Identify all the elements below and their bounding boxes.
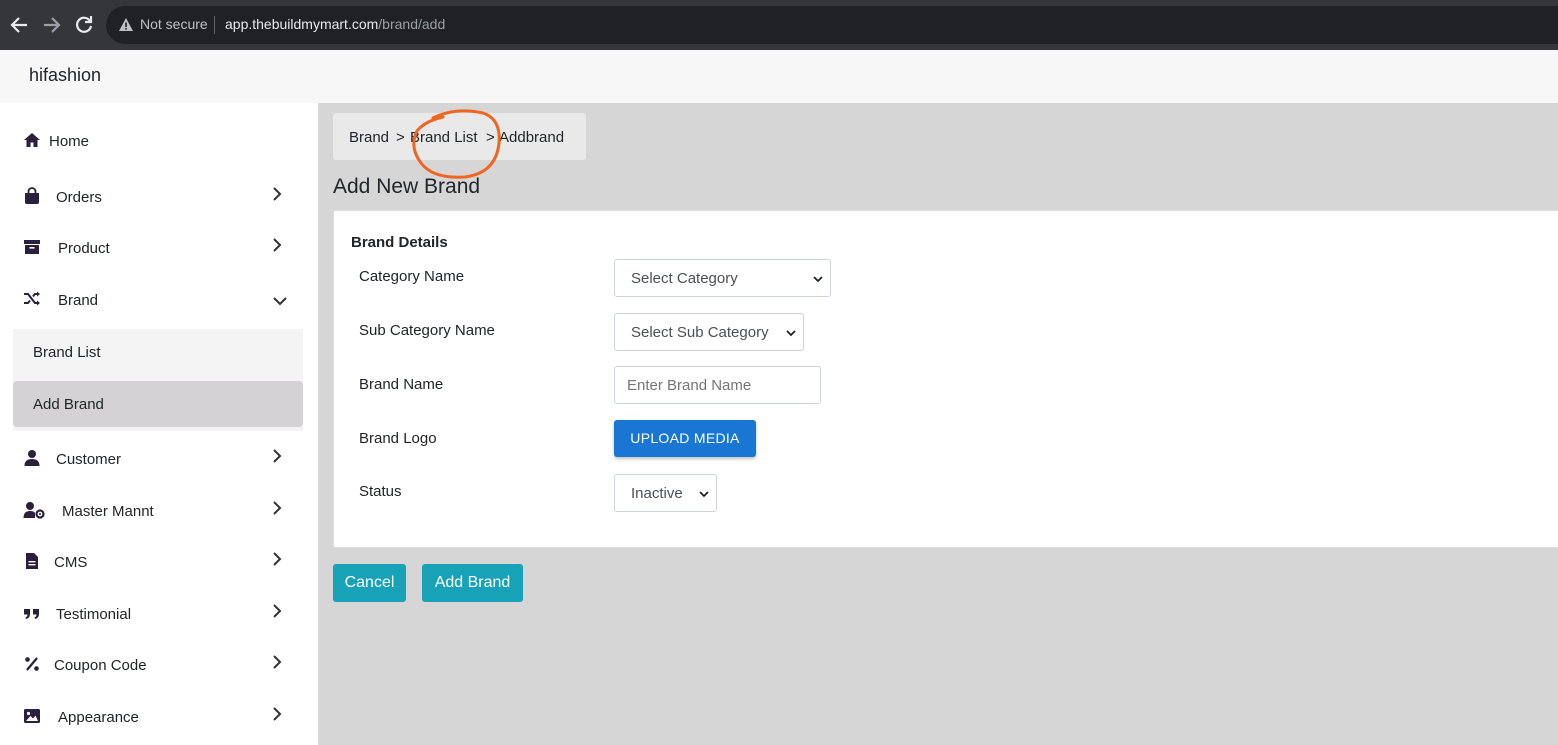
chevron-right-icon	[273, 655, 282, 669]
section-title: Brand Details	[351, 234, 448, 251]
chevron-down-icon	[786, 330, 796, 337]
sidebar-subitem-brand-list[interactable]: Brand List	[13, 329, 303, 375]
breadcrumb-item-brand-list[interactable]: Brand List	[410, 129, 478, 146]
sidebar-item-master-mannt[interactable]: Master Mannt	[0, 493, 318, 533]
reload-icon[interactable]	[72, 12, 96, 38]
image-icon	[24, 709, 40, 723]
chevron-right-icon	[273, 707, 282, 721]
breadcrumb-separator: >	[396, 129, 405, 146]
omnibox-divider	[214, 16, 215, 34]
chevron-right-icon	[273, 187, 282, 201]
breadcrumb: Brand > Brand List > Addbrand	[333, 109, 586, 179]
brand-submenu: Brand List Add Brand	[13, 329, 303, 431]
home-icon	[24, 133, 40, 147]
sidebar-item-home[interactable]: Home	[0, 123, 318, 163]
sidebar-item-product[interactable]: Product	[0, 230, 318, 270]
sidebar-item-label: Appearance	[58, 709, 139, 726]
cancel-button[interactable]: Cancel	[333, 564, 406, 602]
archive-icon	[24, 240, 40, 254]
security-label: Not secure	[140, 16, 208, 32]
sidebar-item-label: Home	[49, 133, 90, 150]
user-cog-icon	[23, 502, 45, 519]
app-name: hifashion	[29, 65, 102, 85]
main-content: Brand > Brand List > Addbrand Add New Br…	[318, 103, 1558, 745]
sidebar-item-label: Brand	[58, 292, 99, 309]
brand-name-input[interactable]	[614, 366, 821, 404]
sidebar-item-cms[interactable]: CMS	[0, 544, 318, 584]
sub-category-select[interactable]: Select Sub Category	[614, 313, 804, 351]
url-text: app.thebuildmymart.com/brand/add	[225, 16, 446, 32]
sidebar-item-appearance[interactable]: Appearance	[0, 699, 318, 739]
sidebar-item-coupon-code[interactable]: Coupon Code	[0, 647, 318, 687]
sidebar-item-label: Product	[58, 240, 110, 257]
chevron-right-icon	[273, 501, 282, 515]
category-label: Category Name	[359, 268, 465, 285]
sidebar-item-label: CMS	[54, 554, 88, 571]
brand-name-label: Brand Name	[359, 376, 444, 393]
sub-category-label: Sub Category Name	[359, 322, 495, 339]
quote-icon	[24, 609, 39, 619]
sidebar-item-label: Coupon Code	[54, 657, 147, 674]
chevron-right-icon	[273, 604, 282, 618]
breadcrumb-item-addbrand: Addbrand	[499, 129, 565, 146]
user-icon	[24, 450, 40, 466]
page-title: Add New Brand	[333, 175, 481, 198]
brand-logo-label: Brand Logo	[359, 430, 437, 447]
add-brand-button[interactable]: Add Brand	[422, 564, 523, 602]
chevron-down-icon	[699, 491, 709, 498]
shuffle-icon	[24, 291, 40, 306]
chevron-down-icon	[813, 276, 823, 283]
breadcrumb-item-brand[interactable]: Brand	[349, 129, 389, 146]
sidebar-item-brand[interactable]: Brand	[0, 282, 318, 322]
status-label: Status	[359, 483, 402, 500]
upload-media-button[interactable]: UPLOAD MEDIA	[614, 420, 756, 457]
sidebar-subitem-label: Add Brand	[33, 396, 104, 413]
chevron-right-icon	[273, 449, 282, 463]
chevron-right-icon	[273, 238, 282, 252]
shopping-bag-icon	[25, 187, 39, 204]
sidebar-item-orders[interactable]: Orders	[0, 179, 318, 219]
brand-details-card: Brand Details Category Name Select Categ…	[333, 210, 1558, 548]
address-bar[interactable]: Not secure app.thebuildmymart.com/brand/…	[106, 6, 1558, 44]
file-icon	[26, 553, 38, 569]
category-select[interactable]: Select Category	[614, 259, 831, 297]
breadcrumb-separator: >	[486, 129, 495, 146]
sidebar-subitem-add-brand[interactable]: Add Brand	[13, 381, 303, 427]
sidebar-item-testimonial[interactable]: Testimonial	[0, 596, 318, 636]
percent-icon	[25, 657, 39, 671]
chevron-down-icon	[273, 297, 287, 306]
forward-arrow-icon[interactable]	[40, 12, 64, 38]
app-header: hifashion	[0, 50, 1558, 103]
sidebar-item-label: Testimonial	[56, 606, 132, 623]
chevron-right-icon	[273, 552, 282, 566]
sidebar-item-label: Customer	[56, 451, 122, 468]
sidebar-subitem-label: Brand List	[33, 344, 101, 361]
sidebar-item-label: Master Mannt	[62, 503, 154, 520]
warning-icon	[119, 18, 133, 31]
sidebar: Home Orders Product Brand Brand List Add…	[0, 103, 318, 745]
sidebar-item-label: Orders	[56, 189, 102, 206]
status-select[interactable]: Inactive	[614, 474, 717, 512]
browser-toolbar: Not secure app.thebuildmymart.com/brand/…	[0, 0, 1558, 50]
sidebar-item-customer[interactable]: Customer	[0, 441, 318, 481]
back-arrow-icon[interactable]	[7, 12, 31, 38]
